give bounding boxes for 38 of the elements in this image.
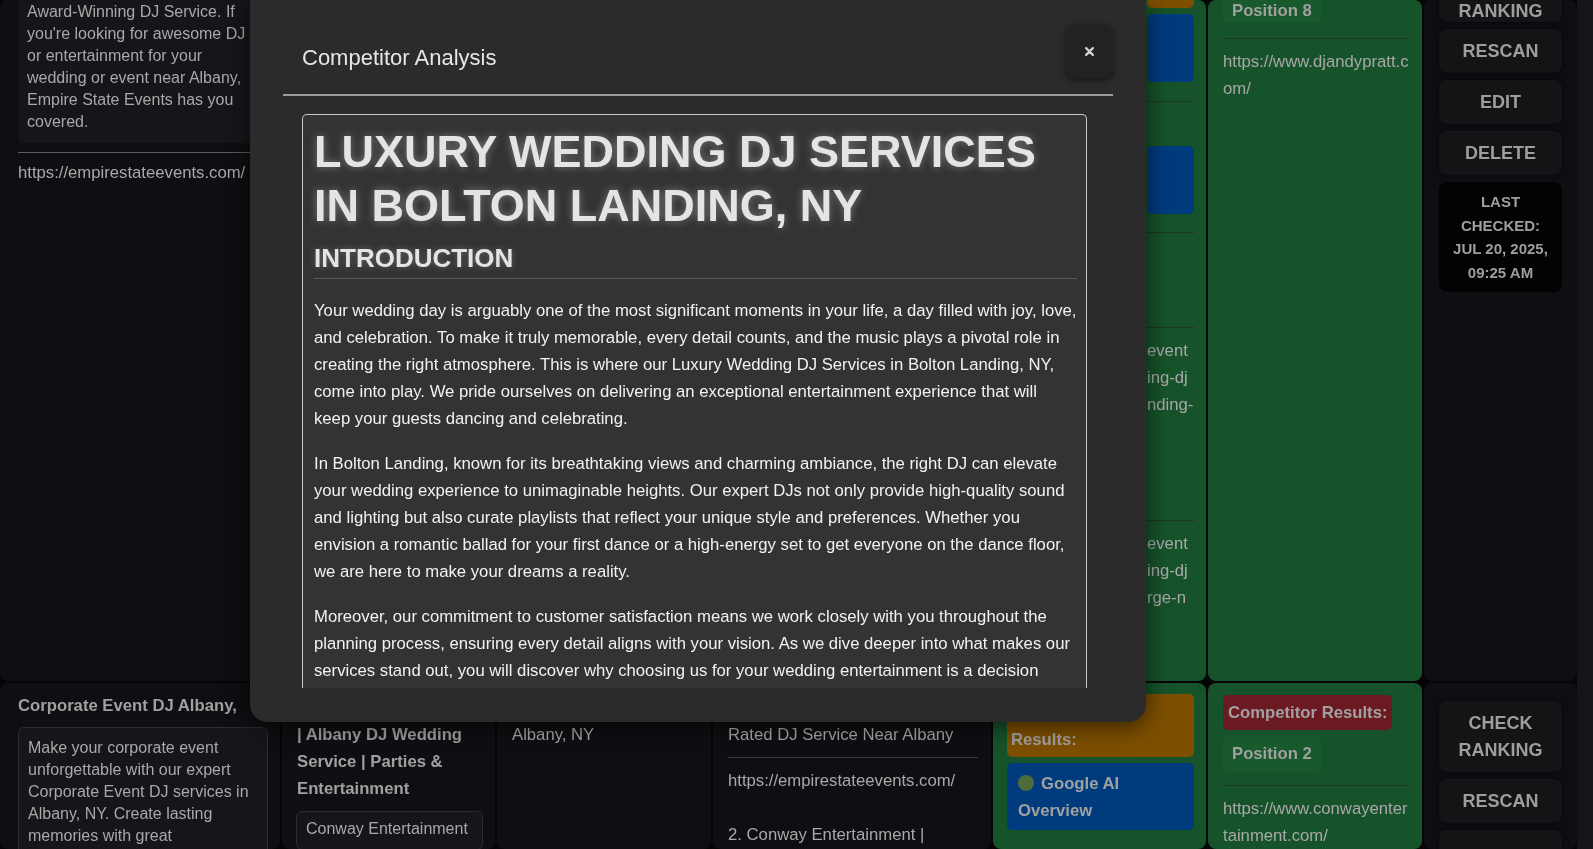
article-heading: LUXURY WEDDING DJ SERVICES IN BOLTON LANDING, NY <box>314 125 1037 233</box>
page-title-text: | Albany DJ Wedding Service | Parties & Entertainment <box>297 724 464 800</box>
last-checked-status: LAST CHECKED: JUL 20, 2025, 09:25 AM <box>1439 182 1562 292</box>
url-text: event <box>1147 533 1189 555</box>
action-button[interactable]: CHECK RANKING <box>1439 701 1562 772</box>
keyword-title: Corporate Event DJ Albany, <box>18 695 238 717</box>
location-text: Albany, NY <box>512 724 596 746</box>
result-text: https://empirestateevents.com/ <box>728 770 957 792</box>
url-text: ing-dj <box>1147 367 1189 389</box>
article-paragraph: Your wedding day is arguably one of the most significant moments in your life, a day filled with joy, love, and celebration. To make it truly memorable, every detail counts, and the music plays a pivotal role in creating the right atmosphere. This is where our Luxury Wedding DJ Services in Bolton Landing, NY, come into play. We pride ourselves on delivering an exceptional entertainment experience that will keep your guests dancing and celebrating. <box>314 300 1077 430</box>
tag-label: Google AI Overview <box>1018 774 1120 820</box>
description-text: Award-Winning DJ Service. If you're looking for awesome DJ or entertainment for your wedding or event near Albany, Empire State Events has you covered. <box>27 2 247 132</box>
url-text: ing-dj <box>1147 560 1189 582</box>
results-badge: Competitor Results: <box>1223 695 1393 730</box>
close-button[interactable] <box>1066 25 1113 78</box>
section-heading: INTRODUCTION <box>314 242 1077 279</box>
action-button[interactable]: RANKING <box>1439 0 1562 22</box>
url-text: https://empirestateevents.com/ <box>18 162 247 184</box>
position-badge: Position 2 <box>1223 736 1321 772</box>
modal-title: Competitor Analysis <box>302 44 497 72</box>
article-paragraph: In Bolton Landing, known for its breathtaking views and charming ambiance, the right DJ can elevate your wedding experience to unimaginable heights. Our expert DJs not only provide high-quality sound and lighting but also curate playlists that reflect your unique style and preferences. Whether you envision a romantic ballad for your first dance or a high-energy set to get everyone on the dance floor, we are here to make your dreams a reality. <box>314 453 1066 583</box>
url-text: nding- <box>1147 394 1194 416</box>
tag-label: Results: <box>1011 730 1077 749</box>
action-button[interactable]: RESCAN <box>1439 779 1562 823</box>
action-button[interactable]: DELETE <box>1439 131 1562 175</box>
url-text: https://www.djandypratt.com/ <box>1223 51 1409 100</box>
action-button[interactable]: EDIT <box>1439 80 1562 124</box>
url-text: event <box>1147 340 1189 362</box>
description-text: Conway Entertainment <box>306 819 469 839</box>
close-icon <box>1085 47 1094 56</box>
position-badge: Position 8 <box>1223 0 1321 22</box>
url-text: rge-n <box>1147 587 1187 609</box>
description-text: Make your corporate event unforgettable with our expert Corporate Event DJ services in Albany, NY. Create lasting memories with great <box>28 738 250 846</box>
result-text: 2. Conway Entertainment | <box>728 824 926 846</box>
result-text: Rated DJ Service Near Albany <box>728 724 955 746</box>
url-text: https://www.conwayentertainment.com/ <box>1223 798 1409 847</box>
action-button[interactable]: RESCAN <box>1439 29 1562 73</box>
article-paragraph: Moreover, our commitment to customer satisfaction means we work closely with you throughout the planning process, ensuring every detail aligns with your vision. As we dive deeper into what makes our services stand out, you will discover why choosing us for your wedding entertainment is a decision <box>314 606 1071 682</box>
